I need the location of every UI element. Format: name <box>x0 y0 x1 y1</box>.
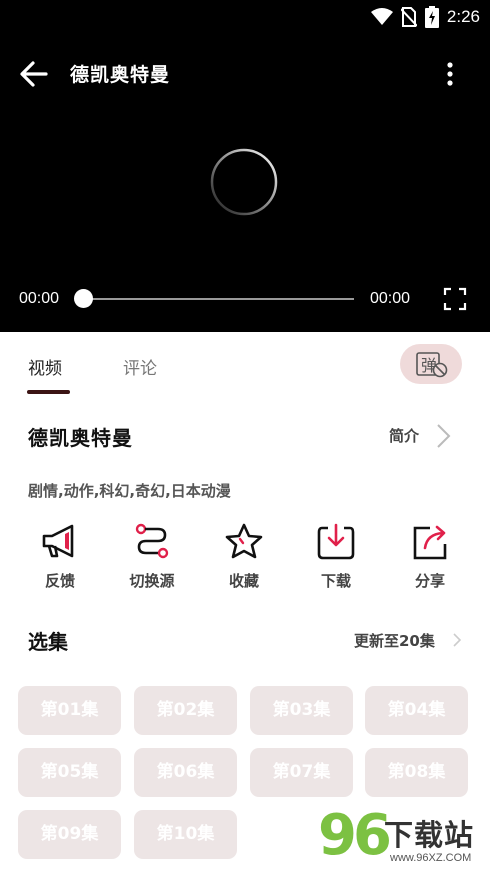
star-icon <box>225 523 263 559</box>
switch-source-button[interactable]: 切换源 <box>107 522 197 592</box>
video-title: 德凯奥特曼 <box>70 64 171 86</box>
danmu-toggle-button[interactable]: 弹 <box>400 344 462 384</box>
danmu-off-icon: 弹 <box>416 352 448 378</box>
genre-tags: 剧情,动作,科幻,奇幻,日本动漫 <box>28 482 231 500</box>
more-vert-icon[interactable] <box>440 60 460 90</box>
episode-button[interactable]: 第01集 <box>18 686 121 735</box>
route-icon <box>135 523 169 559</box>
episode-button[interactable]: 第08集 <box>365 748 468 797</box>
video-player[interactable]: 2:26 德凯奥特曼 00:00 00:00 <box>0 0 490 332</box>
favorite-button[interactable]: 收藏 <box>199 522 289 592</box>
battery-charging-icon <box>424 6 439 28</box>
tab-video[interactable]: 视频 <box>28 354 62 379</box>
download-icon <box>317 523 355 560</box>
chevron-right-icon[interactable] <box>451 630 463 650</box>
progress-row: 00:00 00:00 <box>0 282 490 316</box>
episode-button[interactable]: 第09集 <box>18 810 121 859</box>
chevron-right-icon[interactable] <box>432 421 454 451</box>
episode-button[interactable]: 第02集 <box>134 686 237 735</box>
action-label: 切换源 <box>129 572 175 590</box>
watermark-url: www.96XZ.COM <box>390 852 472 864</box>
watermark-text: 下载站 <box>384 818 475 852</box>
site-watermark: 96 下载站 www.96XZ.COM <box>318 808 490 871</box>
action-row: 反馈 切换源 收藏 下载 分享 <box>0 522 490 592</box>
download-button[interactable]: 下载 <box>291 522 381 592</box>
episode-button[interactable]: 第10集 <box>134 810 237 859</box>
episodes-update-link[interactable]: 更新至20集 <box>354 630 435 651</box>
no-sim-icon <box>400 7 417 27</box>
episodes-heading: 选集 <box>28 630 68 654</box>
fullscreen-icon[interactable] <box>443 287 467 311</box>
episode-button[interactable]: 第03集 <box>250 686 353 735</box>
tab-bar: 视频 评论 弹 <box>0 332 490 398</box>
episode-button[interactable]: 第04集 <box>365 686 468 735</box>
wifi-icon <box>370 8 393 25</box>
episode-button[interactable]: 第05集 <box>18 748 121 797</box>
action-label: 反馈 <box>44 572 75 590</box>
seek-bar[interactable] <box>84 298 354 300</box>
back-arrow-icon[interactable] <box>16 56 52 92</box>
current-time: 00:00 <box>19 290 60 307</box>
loading-spinner-icon <box>210 148 278 216</box>
episode-button[interactable]: 第06集 <box>134 748 237 797</box>
seek-thumb[interactable] <box>74 289 93 308</box>
megaphone-icon <box>42 524 74 558</box>
episode-button[interactable]: 第07集 <box>250 748 353 797</box>
action-label: 分享 <box>414 572 445 590</box>
intro-link[interactable]: 简介 <box>389 425 419 446</box>
player-top-bar: 德凯奥特曼 <box>0 50 490 96</box>
share-button[interactable]: 分享 <box>385 522 475 592</box>
watermark-number: 96 <box>318 803 392 868</box>
show-title: 德凯奥特曼 <box>28 426 133 450</box>
action-label: 下载 <box>320 572 351 590</box>
status-bar: 2:26 <box>0 0 490 34</box>
tab-comments[interactable]: 评论 <box>123 354 157 379</box>
share-icon <box>413 525 447 560</box>
total-time: 00:00 <box>370 290 411 307</box>
feedback-button[interactable]: 反馈 <box>15 522 105 592</box>
tab-active-indicator <box>27 390 70 394</box>
status-time: 2:26 <box>446 7 480 26</box>
action-label: 收藏 <box>228 572 259 590</box>
